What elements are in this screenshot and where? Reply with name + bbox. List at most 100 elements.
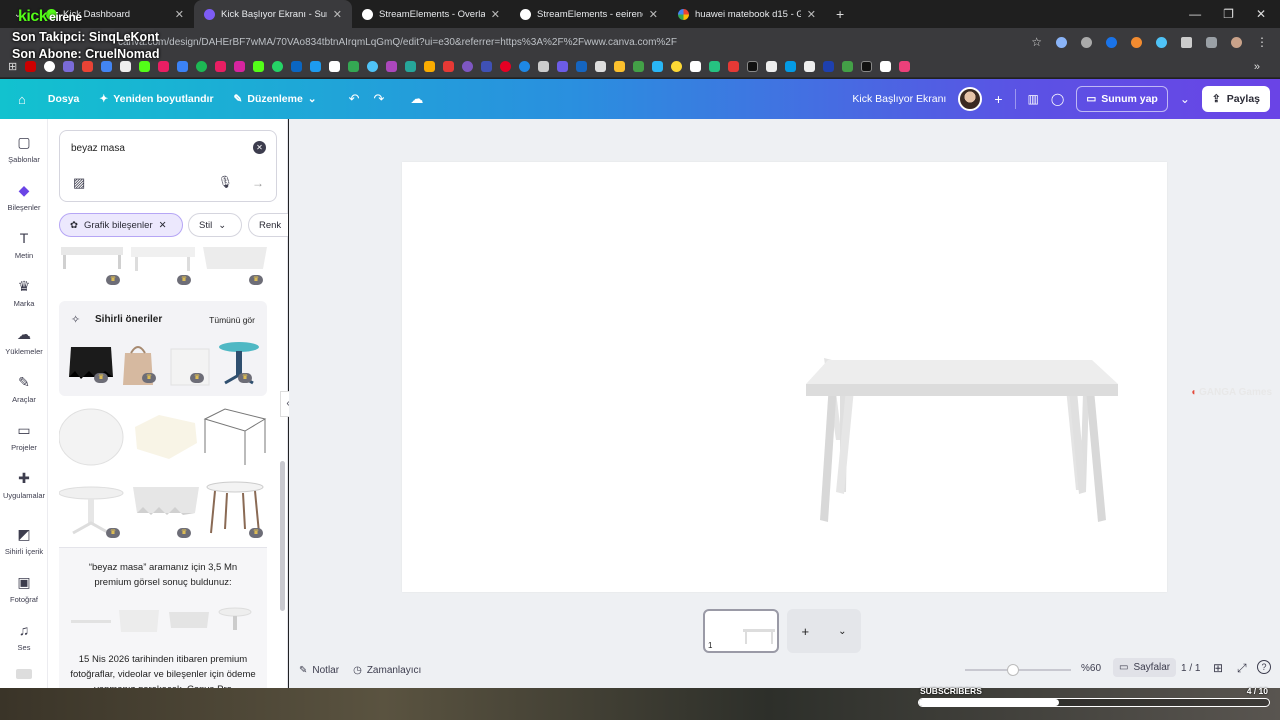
undo-icon[interactable]: ↶	[349, 91, 360, 107]
close-icon[interactable]: ✕	[159, 220, 167, 231]
timer-button[interactable]: ◷ Zamanlayıcı	[353, 665, 421, 676]
search-box[interactable]: beyaz masa ✕ ▨ 🎙 →	[59, 130, 277, 202]
microphone-icon[interactable]: 🎙	[218, 175, 233, 189]
rail-item-elements[interactable]: ◆ Bileşenler	[0, 182, 48, 212]
bookmark-icon[interactable]	[652, 61, 664, 72]
rail-item-uploads[interactable]: ☁ Yüklemeler	[0, 326, 48, 356]
more-bookmarks-icon[interactable]: »	[1254, 61, 1260, 73]
file-menu[interactable]: Dosya	[48, 93, 80, 105]
bookmark-icon[interactable]	[861, 61, 873, 72]
bookmark-icon[interactable]	[462, 61, 474, 72]
notion-bookmark-icon[interactable]	[766, 61, 778, 72]
design-title[interactable]: Kick Başlıyor Ekranı	[852, 93, 946, 105]
zoom-slider-handle[interactable]	[1007, 664, 1019, 676]
sidepanel-icon[interactable]	[1206, 36, 1217, 48]
spotify-bookmark-icon[interactable]	[196, 61, 208, 72]
bookmark-icon[interactable]	[424, 61, 436, 72]
bookmark-icon[interactable]	[519, 61, 531, 72]
minimize-icon[interactable]: —	[1189, 7, 1201, 21]
bookmark-icon[interactable]	[614, 61, 626, 72]
menu-kebab-icon[interactable]: ⋮	[1256, 35, 1268, 49]
plate-thumbnail[interactable]	[59, 408, 124, 466]
bookmark-icon[interactable]	[120, 61, 132, 72]
bookmark-icon[interactable]	[63, 61, 75, 72]
chevron-down-icon[interactable]: ⌄	[838, 626, 846, 637]
bookmark-icon[interactable]	[25, 61, 37, 72]
notes-button[interactable]: ✎ Notlar	[299, 665, 339, 676]
bookmark-icon[interactable]	[405, 61, 417, 72]
bookmark-icon[interactable]	[557, 61, 569, 72]
close-icon[interactable]: ✕	[649, 8, 658, 21]
bookmark-icon[interactable]	[481, 61, 493, 72]
edit-menu[interactable]: ✎ Düzenleme ⌄	[234, 93, 317, 105]
bookmark-icon[interactable]	[709, 61, 721, 72]
white-table-element[interactable]	[806, 358, 1118, 522]
bookmark-icon[interactable]	[899, 61, 911, 72]
close-icon[interactable]: ✕	[491, 8, 500, 21]
rail-item-brand[interactable]: ♛ Marka	[0, 278, 48, 308]
tab-canva[interactable]: Kick Başlıyor Ekranı - Sunum ✕	[194, 0, 352, 28]
rail-item-photos[interactable]: ▣ Fotoğraf	[0, 574, 48, 604]
rail-item-projects[interactable]: ▭ Projeler	[0, 422, 48, 452]
design-canvas[interactable]	[402, 162, 1167, 592]
bookmark-icon[interactable]	[177, 61, 189, 72]
cloud-save-icon[interactable]: ☁	[410, 91, 423, 107]
bookmark-icon[interactable]	[804, 61, 816, 72]
bookmark-icon[interactable]	[842, 61, 854, 72]
outline-table-thumbnail[interactable]	[203, 408, 267, 465]
url-text[interactable]: canva.com/design/DAHErBF7wMA/70VAo834tbt…	[118, 37, 677, 48]
tab-streamelements-overlays[interactable]: StreamElements - Overlays ✕	[352, 0, 510, 28]
resize-button[interactable]: ✦ Yeniden boyutlandır	[99, 93, 213, 105]
bookmark-icon[interactable]	[272, 61, 284, 72]
present-button[interactable]: ▭ Sunum yap	[1076, 86, 1168, 112]
present-options-chevron-icon[interactable]: ⌄	[1180, 92, 1190, 106]
table-thumbnail[interactable]	[61, 247, 123, 269]
bookmark-icon[interactable]	[158, 61, 170, 72]
bookmark-icon[interactable]	[310, 61, 322, 72]
extension-icon[interactable]	[1131, 36, 1142, 48]
bookmark-icon[interactable]	[595, 61, 607, 72]
rail-item-tools[interactable]: ✎ Araçlar	[0, 374, 48, 404]
grid-view-icon[interactable]: ⊞	[1213, 661, 1223, 675]
zoom-slider[interactable]	[965, 664, 1071, 676]
bookmark-icon[interactable]	[44, 61, 56, 72]
kick-bookmark-icon[interactable]	[139, 61, 151, 72]
help-icon[interactable]: ?	[1257, 660, 1271, 674]
new-tab-button[interactable]: +	[826, 6, 854, 22]
rail-item-apps[interactable]: ✚ Uygulamalar	[0, 470, 48, 500]
close-window-icon[interactable]: ✕	[1256, 7, 1266, 21]
bookmark-star-icon[interactable]: ☆	[1031, 35, 1042, 49]
rail-item-audio[interactable]: ♫ Ses	[0, 622, 48, 652]
fullscreen-icon[interactable]: ⤢	[1237, 661, 1247, 676]
round-white-table-thumbnail[interactable]	[59, 486, 124, 535]
see-all-link[interactable]: Tümünü gör	[209, 315, 255, 325]
kick-bookmark-icon[interactable]	[253, 61, 265, 72]
bookmark-icon[interactable]	[747, 61, 759, 72]
extension-icon[interactable]	[1156, 36, 1167, 48]
user-avatar[interactable]	[958, 87, 983, 111]
tab-streamelements-eeirene[interactable]: StreamElements - eeirene ✕	[510, 0, 668, 28]
bookmark-icon[interactable]	[633, 61, 645, 72]
close-icon[interactable]: ✕	[175, 8, 184, 21]
tab-google-search[interactable]: huawei matebook d15 - Googl ✕	[668, 0, 826, 28]
rail-item-magic-media[interactable]: ◩ Sihirli İçerik	[0, 526, 48, 556]
draped-table-thumbnail[interactable]	[133, 487, 199, 515]
table-thumbnail[interactable]	[203, 247, 267, 269]
analytics-icon[interactable]: ▥	[1028, 92, 1039, 106]
bookmark-icon[interactable]	[538, 61, 550, 72]
wood-table-thumbnail[interactable]	[206, 481, 264, 534]
pages-button[interactable]: ▭ Sayfalar	[1113, 658, 1177, 677]
x-bookmark-icon[interactable]	[329, 61, 341, 72]
chip-style[interactable]: Stil ⌄	[188, 213, 242, 237]
chip-graphics[interactable]: ✿ Grafik bileşenler ✕	[59, 213, 183, 237]
home-icon[interactable]: ⌂	[18, 92, 26, 107]
instagram-bookmark-icon[interactable]	[234, 61, 246, 72]
add-page-button[interactable]: + ⌄	[787, 609, 861, 653]
bookmark-icon[interactable]	[785, 61, 797, 72]
arrow-right-icon[interactable]: →	[248, 173, 268, 193]
bookmark-icon[interactable]	[386, 61, 398, 72]
bookmark-icon[interactable]	[823, 61, 835, 72]
page-thumbnail[interactable]: 1	[703, 609, 779, 653]
extension-icon[interactable]	[1056, 36, 1067, 48]
bookmark-icon[interactable]	[728, 61, 740, 72]
